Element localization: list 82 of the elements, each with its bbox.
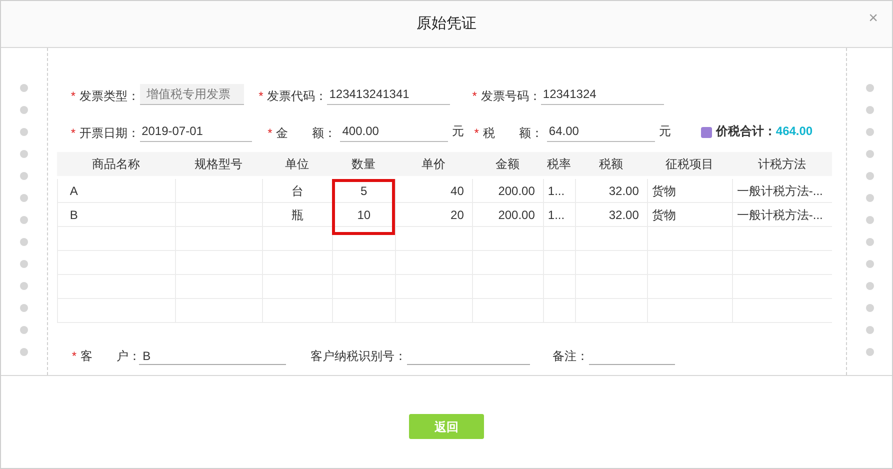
window-title: 原始凭证 <box>416 14 476 34</box>
input-field[interactable]: B <box>138 347 286 365</box>
column-header: 税率 <box>546 157 571 171</box>
field-label: 客 户： <box>80 348 139 365</box>
total-amount: 464.00 <box>776 123 813 140</box>
invoice-type-field: 增值税专用发票 <box>140 84 244 105</box>
binding-hole-icon <box>866 84 874 92</box>
table-cell: 200.00 <box>498 184 535 198</box>
unit-label: 元 <box>452 123 464 140</box>
table-cell: 台 <box>291 184 304 198</box>
table-cell: 32.00 <box>608 208 639 222</box>
table-cell: 40 <box>450 184 464 198</box>
required-mark: * <box>472 88 477 105</box>
column-header: 数量 <box>351 157 376 171</box>
table-cell: A <box>70 184 78 198</box>
required-mark: * <box>70 88 76 105</box>
input-field[interactable]: 123413241341 <box>327 84 450 105</box>
binding-hole-icon <box>866 128 874 136</box>
column-header: 单价 <box>421 157 446 171</box>
column-header: 规格型号 <box>194 157 242 171</box>
table-cell: 货物 <box>652 208 676 222</box>
binding-hole-icon <box>20 238 28 246</box>
binding-hole-icon <box>866 150 874 158</box>
field-label: 备注： <box>552 348 589 365</box>
column-header: 单位 <box>284 157 309 171</box>
column-header: 征税项目 <box>665 157 714 171</box>
binding-hole-icon <box>866 348 874 356</box>
binding-hole-icon <box>866 106 874 114</box>
table-cell: 1... <box>548 184 565 198</box>
table-cell: 一般计税方法-... <box>736 184 823 198</box>
column-header: 税额 <box>598 157 623 171</box>
column-header: 计税方法 <box>758 157 806 171</box>
binding-hole-icon <box>866 194 874 202</box>
input-field[interactable]: 12341324 <box>540 84 664 105</box>
binding-hole-icon <box>20 348 28 356</box>
table-cell: 20 <box>450 208 464 222</box>
binding-hole-icon <box>20 304 28 312</box>
required-mark: * <box>258 88 264 105</box>
table-cell: B <box>70 208 78 222</box>
binding-hole-icon <box>20 194 28 202</box>
binding-hole-icon <box>866 326 874 334</box>
binding-hole-icon <box>20 326 28 334</box>
binding-hole-icon <box>20 260 28 268</box>
field-label: 开票日期： <box>80 125 140 142</box>
table-cell: 1... <box>548 208 565 222</box>
binding-hole-icon <box>866 282 874 290</box>
binding-hole-icon <box>20 282 28 290</box>
field-label: 金 额： <box>276 125 338 142</box>
unit-label: 元 <box>658 123 671 140</box>
binding-hole-icon <box>20 172 28 180</box>
binding-hole-icon <box>866 216 874 224</box>
total-label: 价税合计： <box>716 123 776 140</box>
binding-hole-icon <box>866 304 874 312</box>
field-label: 发票代码： <box>267 88 328 105</box>
table-cell: 货物 <box>652 184 676 198</box>
table-cell: 10 <box>357 208 371 222</box>
table-cell: 200.00 <box>498 208 535 222</box>
binding-hole-icon <box>20 84 28 92</box>
field-label: 客户纳税识别号： <box>310 348 407 365</box>
binding-hole-icon <box>866 260 874 268</box>
input-field[interactable]: 400.00 <box>340 121 448 142</box>
required-mark: * <box>268 125 272 142</box>
required-mark: * <box>72 348 77 365</box>
required-mark: * <box>70 125 76 142</box>
table-cell: 瓶 <box>291 208 304 222</box>
table-cell: 5 <box>360 184 368 198</box>
column-header: 商品名称 <box>92 157 140 171</box>
field-label: 发票号码： <box>480 88 541 105</box>
binding-hole-icon <box>20 150 28 158</box>
field-label: 发票类型： <box>80 88 140 105</box>
required-mark: * <box>474 125 479 142</box>
table-cell: 32.00 <box>608 184 639 198</box>
binding-hole-icon <box>866 172 874 180</box>
input-field[interactable]: 64.00 <box>546 121 655 142</box>
column-header: 金额 <box>495 157 520 171</box>
field-label: 税 额： <box>482 125 544 142</box>
binding-hole-icon <box>20 216 28 224</box>
table-cell: 一般计税方法-... <box>736 208 823 222</box>
input-field[interactable]: 2019-07-01 <box>140 121 252 142</box>
binding-hole-icon <box>20 106 28 114</box>
binding-hole-icon <box>866 238 874 246</box>
binding-hole-icon <box>20 128 28 136</box>
